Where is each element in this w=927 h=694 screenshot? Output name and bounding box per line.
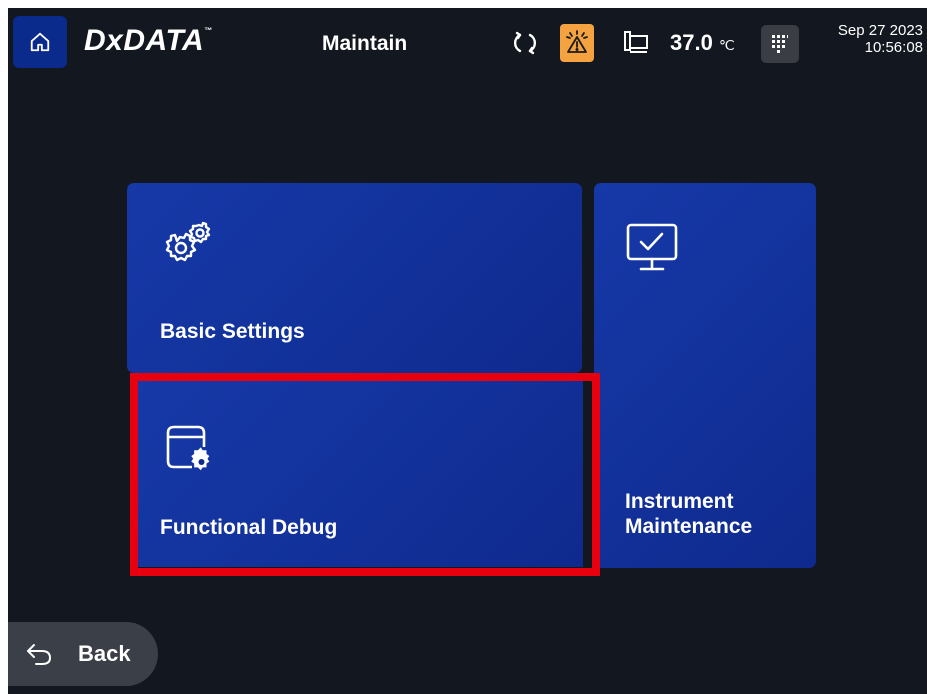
device-icon <box>624 31 648 53</box>
basic-settings-tile[interactable]: Basic Settings <box>127 183 582 373</box>
app-logo: DxDATA™ <box>84 24 213 57</box>
back-arrow-icon <box>27 644 51 665</box>
temperature-readout: 37.0 ℃ <box>670 30 735 55</box>
top-bar: DxDATA™ Maintain 37.0 ℃ Sep 27 2023 10:5… <box>8 8 927 78</box>
page-title: Maintain <box>322 32 408 55</box>
keypad-button[interactable] <box>761 25 799 63</box>
functional-debug-label: Functional Debug <box>160 516 338 539</box>
functional-debug-tile[interactable]: Functional Debug <box>138 381 583 567</box>
basic-settings-label: Basic Settings <box>160 320 305 343</box>
back-button[interactable]: Back <box>8 622 158 686</box>
datetime: Sep 27 2023 10:56:08 <box>838 22 923 56</box>
warning-icon <box>566 30 588 53</box>
home-icon <box>30 32 50 52</box>
alarm-button[interactable] <box>560 24 594 62</box>
time-label: 10:56:08 <box>864 39 923 56</box>
keypad-icon <box>772 35 788 53</box>
instrument-maintenance-label: Instrument Maintenance <box>625 490 753 538</box>
maintain-screen: DxDATA™ Maintain 37.0 ℃ Sep 27 2023 10:5… <box>8 8 927 694</box>
home-button[interactable] <box>13 16 67 68</box>
instrument-maintenance-tile[interactable]: Instrument Maintenance <box>594 183 816 568</box>
gears-icon <box>165 221 211 262</box>
sync-icon[interactable] <box>511 29 539 57</box>
monitor-check-icon <box>626 223 678 271</box>
date-label: Sep 27 2023 <box>837 22 923 39</box>
back-label: Back <box>78 641 131 666</box>
window-gear-icon <box>166 425 210 471</box>
